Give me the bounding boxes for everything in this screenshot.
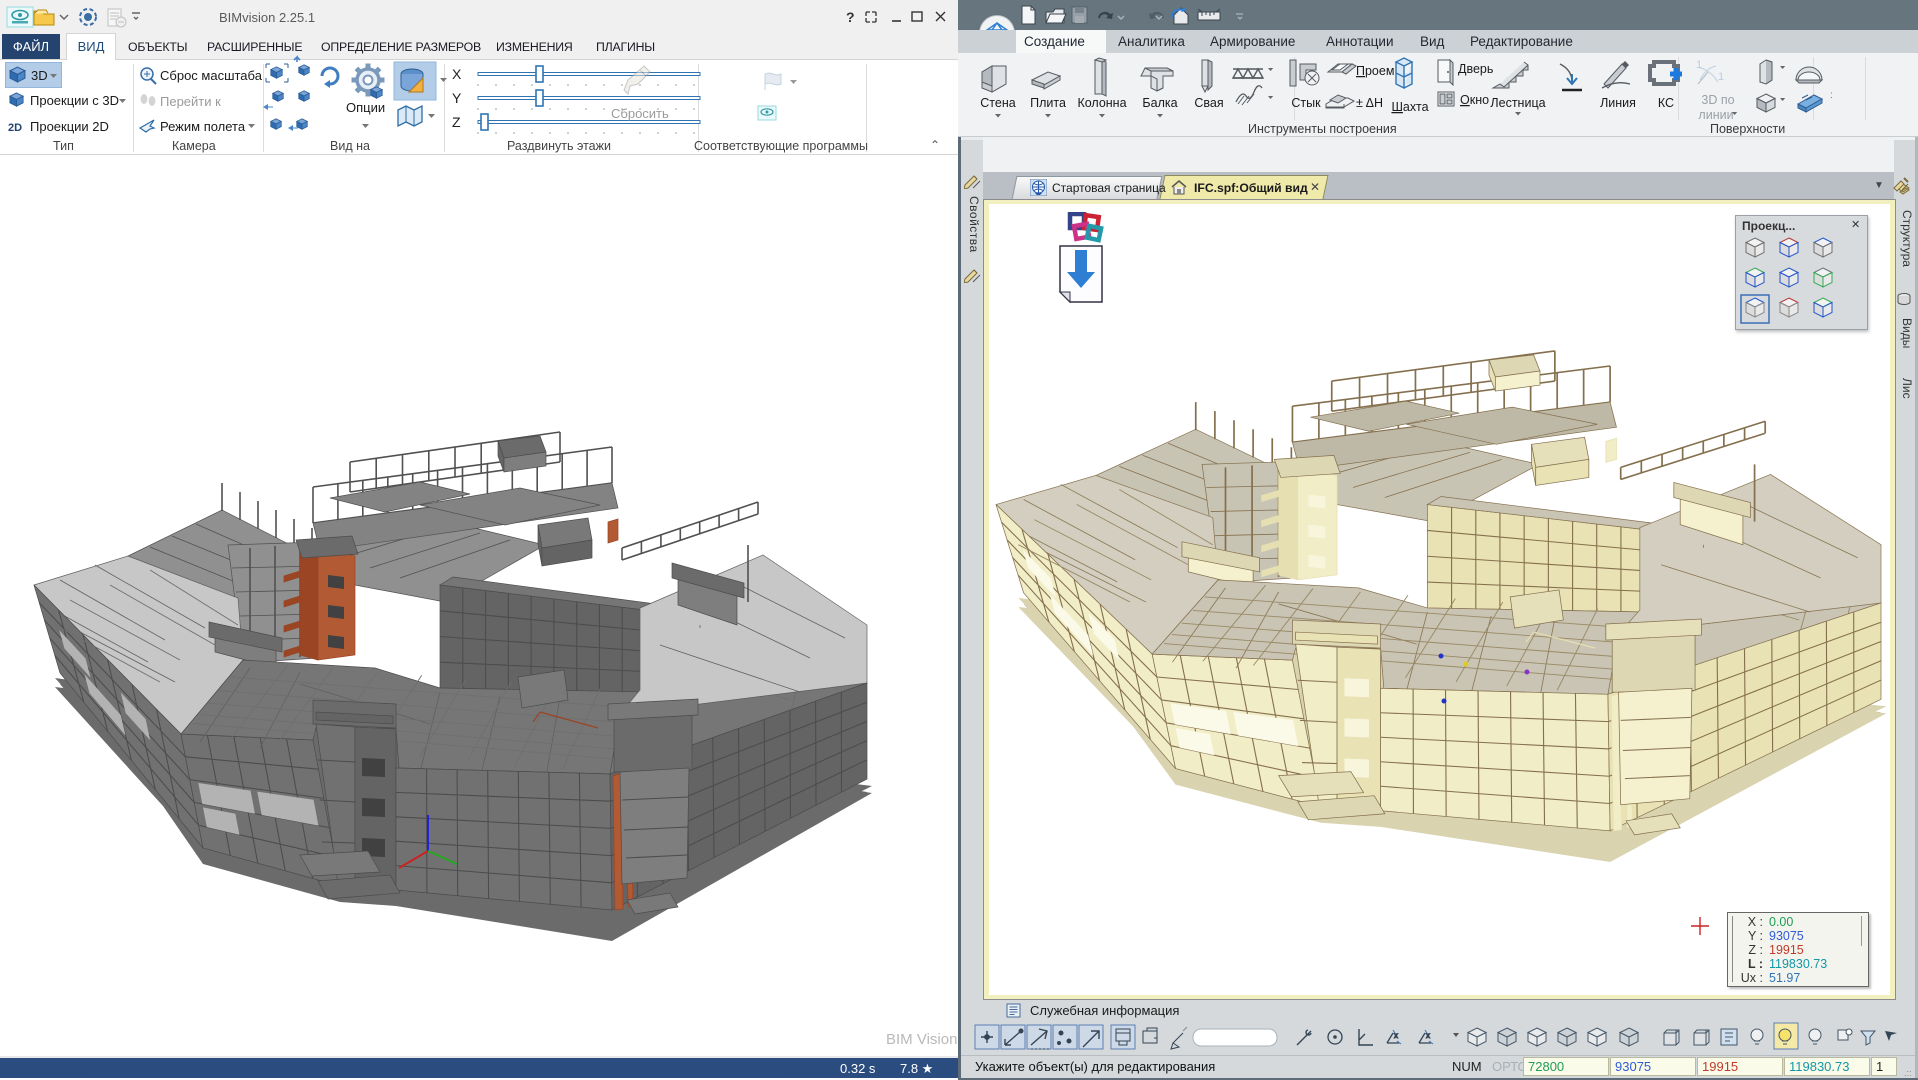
svg-text:?: ? [846, 9, 855, 25]
svg-text:x: x [1426, 1031, 1430, 1040]
svg-text:x: x [1394, 1031, 1398, 1040]
